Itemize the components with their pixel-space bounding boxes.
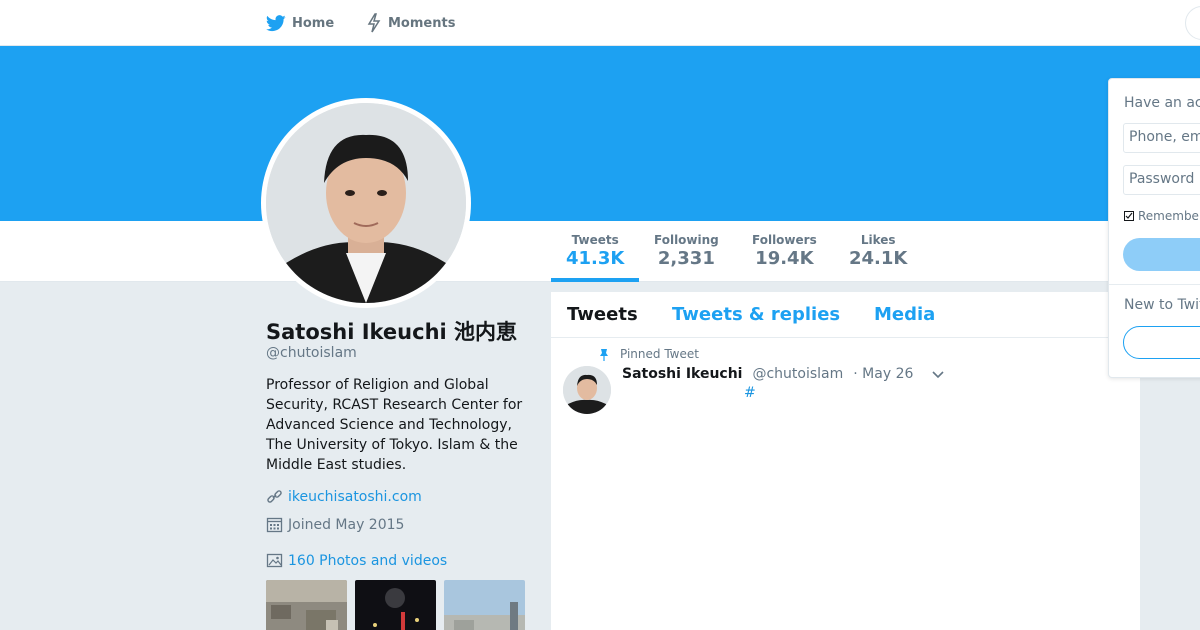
divider (1109, 284, 1200, 285)
active-stat-underline (551, 278, 639, 282)
stat-label: Followers (752, 233, 817, 247)
tweet-date[interactable]: · May 26 (853, 366, 913, 382)
pinned-label-text: Pinned Tweet (620, 347, 699, 361)
pin-icon (600, 348, 608, 361)
timeline-tabs: Tweets Tweets & replies Media (551, 292, 1140, 338)
link-icon (267, 490, 282, 503)
media-thumbnail[interactable] (266, 580, 347, 630)
remember-me-row: Remember me (1124, 209, 1200, 223)
profile-media-row: 160 Photos and videos (266, 552, 447, 569)
photo-icon (266, 553, 283, 568)
twitter-bird-icon (266, 14, 286, 31)
nav-home-label: Home (292, 15, 335, 31)
signup-button[interactable] (1123, 326, 1200, 359)
nav-moments-link[interactable]: Moments (366, 0, 455, 46)
tweet-avatar[interactable] (563, 366, 611, 414)
stat-label: Tweets (571, 233, 619, 247)
new-to-twitter-label: New to Twitter? (1124, 297, 1200, 313)
nav-home-link[interactable]: Home (266, 0, 334, 46)
profile-website-link[interactable]: ikeuchisatoshi.com (288, 489, 422, 505)
top-navigation: Home Moments (0, 0, 1200, 46)
stat-value: 19.4K (755, 248, 814, 269)
stat-label: Following (654, 233, 719, 247)
phone-email-input[interactable]: Phone, email, or username (1123, 123, 1200, 153)
stat-following[interactable]: Following 2,331 (654, 233, 719, 269)
tweet-author-name[interactable]: Satoshi Ikeuchi (622, 366, 742, 382)
login-button[interactable] (1123, 238, 1200, 271)
profile-handle[interactable]: @chutoislam (266, 345, 357, 361)
chevron-down-icon[interactable] (931, 370, 945, 380)
profile-banner (0, 46, 1200, 221)
profile-avatar[interactable] (261, 98, 471, 308)
profile-joined-row: Joined May 2015 (266, 516, 404, 533)
tweet-hashtag[interactable]: # (744, 385, 756, 401)
stat-value: 2,331 (657, 248, 715, 269)
timeline: Tweets Tweets & replies Media Pinned Twe… (551, 292, 1140, 630)
tab-tweets[interactable]: Tweets (567, 304, 638, 325)
calendar-icon (266, 517, 283, 533)
stat-label: Likes (860, 233, 896, 247)
stat-followers[interactable]: Followers 19.4K (752, 233, 817, 269)
login-title: Have an account? (1124, 95, 1200, 111)
profile-media-link[interactable]: 160 Photos and videos (288, 553, 447, 569)
profile-website-row: ikeuchisatoshi.com (266, 488, 422, 505)
profile-bio: Professor of Religion and Global Securit… (266, 377, 523, 473)
password-input[interactable]: Password (1123, 165, 1200, 195)
media-thumbnail[interactable] (355, 580, 436, 630)
media-thumbnail[interactable] (444, 580, 525, 630)
nav-moments-label: Moments (388, 15, 456, 31)
remember-me-label: Remember me (1138, 209, 1200, 223)
lightning-icon (367, 13, 381, 33)
profile-stats-bar: Tweets 41.3K Following 2,331 Followers 1… (0, 221, 1200, 282)
remember-me-checkbox[interactable] (1124, 211, 1134, 221)
avatar-photo (266, 103, 466, 303)
media-thumbnails (266, 580, 525, 630)
tweet-author-handle[interactable]: @chutoislam (752, 366, 843, 382)
tab-media[interactable]: Media (874, 304, 935, 325)
profile-joined-date: Joined May 2015 (288, 516, 405, 533)
stat-value: 41.3K (566, 248, 625, 269)
profile-name[interactable]: Satoshi Ikeuchi 池内恵 (266, 316, 517, 346)
search-button[interactable] (1185, 6, 1200, 40)
tab-tweets-replies[interactable]: Tweets & replies (672, 304, 840, 325)
stat-value: 24.1K (849, 248, 908, 269)
login-card: Have an account? Phone, email, or userna… (1108, 78, 1200, 378)
pinned-tweet-label: Pinned Tweet (598, 347, 699, 361)
tweet-header: Satoshi Ikeuchi @chutoislam · May 26 (622, 366, 913, 382)
stat-tweets[interactable]: Tweets 41.3K (566, 233, 624, 269)
stat-likes[interactable]: Likes 24.1K (849, 233, 907, 269)
